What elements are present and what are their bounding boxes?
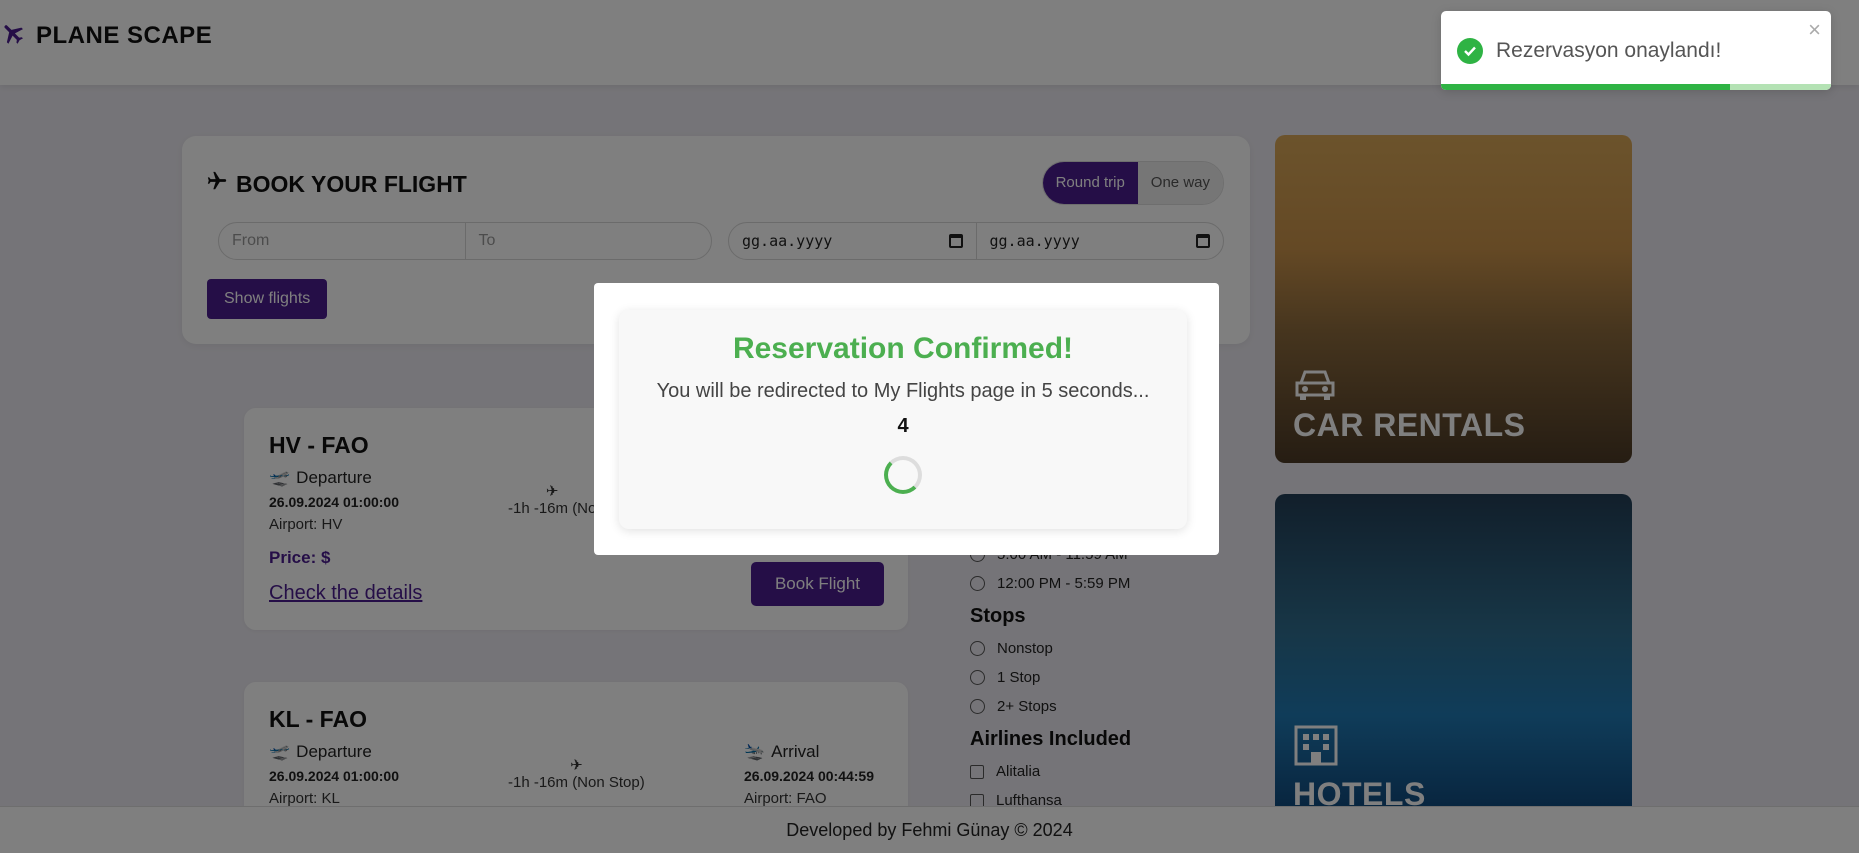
- success-toast[interactable]: Rezervasyon onaylandı! ×: [1441, 11, 1831, 90]
- modal-message: You will be redirected to My Flights pag…: [656, 380, 1150, 402]
- reservation-modal: Reservation Confirmed! You will be redir…: [594, 283, 1219, 555]
- loading-spinner-icon: [884, 456, 922, 494]
- check-circle-icon: [1457, 38, 1483, 64]
- countdown: 4: [897, 415, 909, 437]
- toast-message: Rezervasyon onaylandı!: [1496, 39, 1722, 62]
- toast-progress-bar: [1441, 84, 1730, 90]
- modal-title: Reservation Confirmed!: [732, 332, 1074, 365]
- modal-content: Reservation Confirmed! You will be redir…: [619, 310, 1187, 529]
- close-icon[interactable]: ×: [1808, 17, 1821, 43]
